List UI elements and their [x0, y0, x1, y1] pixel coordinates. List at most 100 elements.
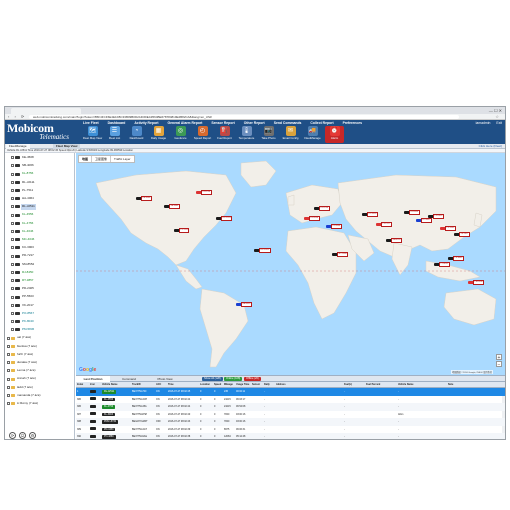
tree-checkbox[interactable] [7, 385, 10, 389]
tree-checkbox[interactable] [7, 369, 10, 373]
tree-checkbox[interactable] [7, 402, 10, 406]
tree-checkbox[interactable] [11, 254, 14, 258]
tree-vehicle-item[interactable]: RL-J2111 [5, 180, 74, 186]
tree-vehicle-item[interactable]: VK-2017 [5, 303, 74, 309]
tree-vehicle-item[interactable]: PD-2405 [5, 286, 74, 292]
tree-checkbox[interactable] [7, 361, 10, 365]
tree-vehicle-item[interactable]: SM-8552 [5, 262, 74, 268]
tree-checkbox[interactable] [11, 213, 14, 217]
toolbar-button-temperature[interactable]: 🌡 Temperature [237, 126, 256, 143]
settings-icon[interactable]: ⚙ [29, 432, 36, 439]
vehicle-marker[interactable]: KL-4756 [314, 206, 330, 211]
vehicle-marker[interactable]: PO-8567 [434, 262, 451, 267]
map-attribution[interactable]: 地图数据 ©2016 Google, INEGI 使用条款 [450, 370, 493, 374]
top-menu-item[interactable]: Collect Report [310, 121, 333, 125]
tree-checkbox[interactable] [11, 238, 14, 242]
vehicle-marker[interactable]: KC-3903 [362, 212, 378, 217]
tree-folder[interactable]: ladd (7 ácé) [5, 385, 74, 391]
vehicle-marker[interactable]: SB-4066 [164, 204, 180, 209]
browser-nav-icons[interactable]: ‹ › ⟳ [8, 114, 26, 119]
offline-filter[interactable]: Offline (20) [244, 377, 261, 381]
tree-vehicle-item[interactable]: KE-4508 [5, 155, 74, 161]
toolbar-button-fuel-report[interactable]: ⛽ Fuel Report [215, 126, 234, 143]
tree-vehicle-item[interactable]: PO-8567 [5, 311, 74, 317]
toolbar-button-dashboard[interactable]: ◔ Dashboard [127, 126, 146, 143]
tree-checkbox[interactable] [11, 230, 14, 234]
refresh-icon[interactable]: ⟳ [9, 432, 16, 439]
tree-folder[interactable]: ual (7 ácé) [5, 335, 74, 341]
vehicle-marker[interactable]: PD-2405 [428, 214, 444, 219]
tree-checkbox[interactable] [11, 262, 14, 266]
map-tab[interactable]: 地图 [79, 156, 91, 162]
tree-checkbox[interactable] [11, 180, 14, 184]
online-filter[interactable]: Online (108) [224, 377, 243, 381]
tree-checkbox[interactable] [11, 197, 14, 201]
tree-vehicle-item[interactable]: PK-8040 [5, 319, 74, 325]
tree-checkbox[interactable] [11, 164, 14, 168]
tree-vehicle-item[interactable]: SB-4066 [5, 163, 74, 169]
tree-vehicle-item[interactable]: PD-7217 [5, 253, 74, 259]
toolbar-button-geofence[interactable]: ◎ Geofence [171, 126, 190, 143]
tree-checkbox[interactable] [11, 156, 14, 160]
vehicle-marker[interactable]: PP-5503 [440, 226, 456, 231]
tree-vehicle-item[interactable]: KL-8756 [5, 171, 74, 177]
tree-vehicle-item[interactable]: PL-7511 [5, 188, 74, 194]
vehicle-marker[interactable]: KL-4556 [304, 216, 320, 221]
tree-checkbox[interactable] [11, 246, 14, 250]
zoom-in-button[interactable]: + [496, 354, 502, 361]
top-menu-item[interactable]: Live Fleet [83, 121, 99, 125]
tree-vehicle-item[interactable]: MC-4046 [5, 237, 74, 243]
zoom-out-button[interactable]: − [496, 361, 502, 368]
vehicle-marker[interactable]: PD-7217 [376, 222, 392, 227]
tree-vehicle-item[interactable]: KL-4756 [5, 221, 74, 227]
toolbar-button-daily-usage[interactable]: ▦ Daily Usage [149, 126, 168, 143]
tree-checkbox[interactable] [7, 394, 10, 398]
tree-vehicle-item[interactable]: KL-4646 [5, 229, 74, 235]
vehicle-marker[interactable]: KE-4508 [136, 196, 152, 201]
top-menu-item[interactable]: Activity Report [134, 121, 158, 125]
vehicle-marker[interactable]: KL-8756 [196, 190, 212, 195]
power-icon[interactable]: ⏻ [19, 432, 26, 439]
map-view[interactable]: 地图 卫星图像 Traffic Layer KE-4508 SB-4066 KL… [76, 153, 505, 375]
vehicle-marker[interactable]: PK-8040 [448, 256, 464, 261]
toolbar-button-email-config[interactable]: ✉ Email Config [281, 126, 300, 143]
tree-vehicle-item[interactable]: RL-J2511 [5, 204, 74, 210]
toolbar-button-fleetmanage[interactable]: 🚚 FleetManage [303, 126, 322, 143]
tree-checkbox[interactable] [7, 353, 10, 357]
tree-checkbox[interactable] [11, 303, 14, 307]
top-menu-item[interactable]: Preferences [343, 121, 362, 125]
top-menu-item[interactable]: Other Report [244, 121, 265, 125]
tree-vehicle-item[interactable]: PM-5836 [5, 327, 74, 333]
vehicle-marker[interactable]: VK-2017 [454, 232, 470, 237]
vehicle-marker[interactable]: SM-8552 [386, 238, 403, 243]
tree-checkbox[interactable] [11, 279, 14, 283]
vehicle-marker[interactable]: RL-J2111 [216, 216, 233, 221]
toolbar-button-fleet-map-view[interactable]: 🗺 Fleet Map View [83, 126, 102, 143]
tree-checkbox[interactable] [11, 295, 14, 299]
map-tab[interactable]: 卫星图像 [91, 156, 110, 162]
top-menu-item[interactable]: Send Commands [274, 121, 302, 125]
tree-checkbox[interactable] [11, 172, 14, 176]
show-all-filter[interactable]: Show All (128) [202, 377, 223, 381]
tree-checkbox[interactable] [11, 320, 14, 324]
vehicle-marker[interactable]: RL-J2511 [254, 248, 271, 253]
tree-checkbox[interactable] [11, 328, 14, 332]
tree-checkbox[interactable] [7, 344, 10, 348]
tree-checkbox[interactable] [11, 189, 14, 193]
vehicle-marker[interactable]: RJ-8450 [404, 210, 420, 215]
top-menu-item[interactable]: Dashboard [108, 121, 126, 125]
tree-checkbox[interactable] [7, 377, 10, 381]
toolbar-button-fleet-list[interactable]: ☰ Fleet List [105, 126, 124, 143]
vehicle-marker[interactable]: MC-4046 [332, 252, 349, 257]
tree-checkbox[interactable] [7, 336, 10, 340]
tree-folder[interactable]: Annah (7 ácé) [5, 376, 74, 382]
tree-checkbox[interactable] [11, 221, 14, 225]
vehicle-marker[interactable]: PM-5836 [468, 280, 485, 285]
tree-vehicle-item[interactable]: PP-5503 [5, 294, 74, 300]
vehicle-marker[interactable]: PL-7511 [174, 228, 190, 233]
toolbar-button-alarm[interactable]: ⏰ Alarm [325, 126, 344, 143]
vehicle-marker[interactable]: KL-4646 [326, 224, 342, 229]
tree-folder[interactable]: mamanda (7 ácé) [5, 393, 74, 399]
address-bar[interactable]: web.mobicomtracking.com/main?login?token… [29, 115, 459, 119]
tree-vehicle-item[interactable]: RT-3857 [5, 278, 74, 284]
